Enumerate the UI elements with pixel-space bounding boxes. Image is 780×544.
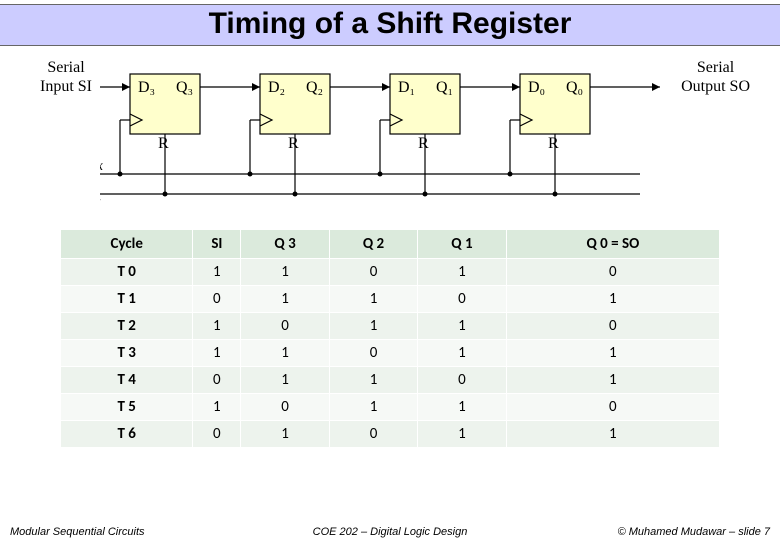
shift-register-diagram: D₃ Q₃ R D₂ Q₂ R D₁ Q₁ R D₀ Q₀ R <box>100 54 660 214</box>
title-bar: Timing of a Shift Register <box>0 4 780 46</box>
table-cell: T 2 <box>61 313 193 340</box>
table-cell: 1 <box>506 340 719 367</box>
table-row: T 101101 <box>61 286 720 313</box>
table-cell: 1 <box>193 340 241 367</box>
table-cell: 1 <box>329 367 417 394</box>
table-row: T 011010 <box>61 259 720 286</box>
slide-title: Timing of a Shift Register <box>0 7 780 41</box>
table-cell: 1 <box>241 286 329 313</box>
svg-text:Q₂: Q₂ <box>306 79 323 96</box>
timing-table: CycleSIQ 3Q 2Q 1Q 0 = SO T 011010T 10110… <box>60 229 720 448</box>
table-cell: 0 <box>418 286 506 313</box>
footer-right: © Muhamed Mudawar – slide 7 <box>618 526 770 538</box>
svg-text:R: R <box>418 135 429 152</box>
ff2: D₂ Q₂ R <box>260 74 330 152</box>
svg-text:Q₃: Q₃ <box>176 79 193 96</box>
table-header: Q 1 <box>418 230 506 259</box>
ff1: D₁ Q₁ R <box>390 74 460 152</box>
table-cell: 0 <box>506 259 719 286</box>
table-row: T 601011 <box>61 421 720 448</box>
diagram-area: Serial Input SI Serial Output SO D₃ Q₃ R… <box>0 52 780 217</box>
ff3: D₃ Q₃ R <box>130 74 200 152</box>
table-cell: 1 <box>193 394 241 421</box>
table-cell: T 3 <box>61 340 193 367</box>
svg-text:R: R <box>158 135 169 152</box>
svg-text:Q₁: Q₁ <box>436 79 453 96</box>
svg-text:Q₀: Q₀ <box>566 79 583 96</box>
table-cell: 0 <box>241 313 329 340</box>
table-cell: 1 <box>506 367 719 394</box>
svg-text:D₃: D₃ <box>138 79 155 96</box>
table-row: T 401101 <box>61 367 720 394</box>
table-cell: 0 <box>193 367 241 394</box>
table-cell: 1 <box>329 394 417 421</box>
table-cell: 0 <box>329 259 417 286</box>
table-cell: 1 <box>241 421 329 448</box>
svg-text:Clock: Clock <box>100 159 103 174</box>
svg-text:D₀: D₀ <box>528 79 545 96</box>
svg-text:D₂: D₂ <box>268 79 285 96</box>
table-cell: 0 <box>506 394 719 421</box>
svg-text:D₁: D₁ <box>398 79 415 96</box>
table-header: Cycle <box>61 230 193 259</box>
table-cell: T 1 <box>61 286 193 313</box>
table-cell: 1 <box>329 313 417 340</box>
table-header: Q 3 <box>241 230 329 259</box>
table-cell: 1 <box>241 367 329 394</box>
table-cell: 0 <box>418 367 506 394</box>
table-row: T 311011 <box>61 340 720 367</box>
table-cell: 1 <box>241 259 329 286</box>
table-cell: 1 <box>241 340 329 367</box>
table-cell: 0 <box>241 394 329 421</box>
timing-table-wrap: CycleSIQ 3Q 2Q 1Q 0 = SO T 011010T 10110… <box>60 229 720 448</box>
table-cell: 1 <box>506 286 719 313</box>
footer-center: COE 202 – Digital Logic Design <box>313 526 468 538</box>
table-cell: 1 <box>418 421 506 448</box>
table-cell: T 4 <box>61 367 193 394</box>
svg-text:R: R <box>548 135 559 152</box>
table-cell: 1 <box>418 394 506 421</box>
serial-input-label: Serial Input SI <box>40 58 92 96</box>
table-cell: 1 <box>418 340 506 367</box>
table-cell: 1 <box>193 313 241 340</box>
table-cell: T 0 <box>61 259 193 286</box>
table-cell: T 5 <box>61 394 193 421</box>
ff0: D₀ Q₀ R <box>520 74 590 152</box>
svg-text:R: R <box>288 135 299 152</box>
table-cell: 0 <box>193 421 241 448</box>
table-cell: 1 <box>193 259 241 286</box>
table-cell: 0 <box>193 286 241 313</box>
table-cell: 1 <box>506 421 719 448</box>
table-cell: 0 <box>329 340 417 367</box>
table-cell: 1 <box>329 286 417 313</box>
svg-text:Reset: Reset <box>100 195 101 210</box>
table-cell: 0 <box>329 421 417 448</box>
serial-output-label: Serial Output SO <box>681 58 750 96</box>
table-cell: 0 <box>506 313 719 340</box>
table-header: Q 0 = SO <box>506 230 719 259</box>
table-header: Q 2 <box>329 230 417 259</box>
footer-left: Modular Sequential Circuits <box>10 526 145 538</box>
table-cell: 1 <box>418 259 506 286</box>
table-row: T 210110 <box>61 313 720 340</box>
table-row: T 510110 <box>61 394 720 421</box>
table-cell: 1 <box>418 313 506 340</box>
table-header: SI <box>193 230 241 259</box>
table-cell: T 6 <box>61 421 193 448</box>
